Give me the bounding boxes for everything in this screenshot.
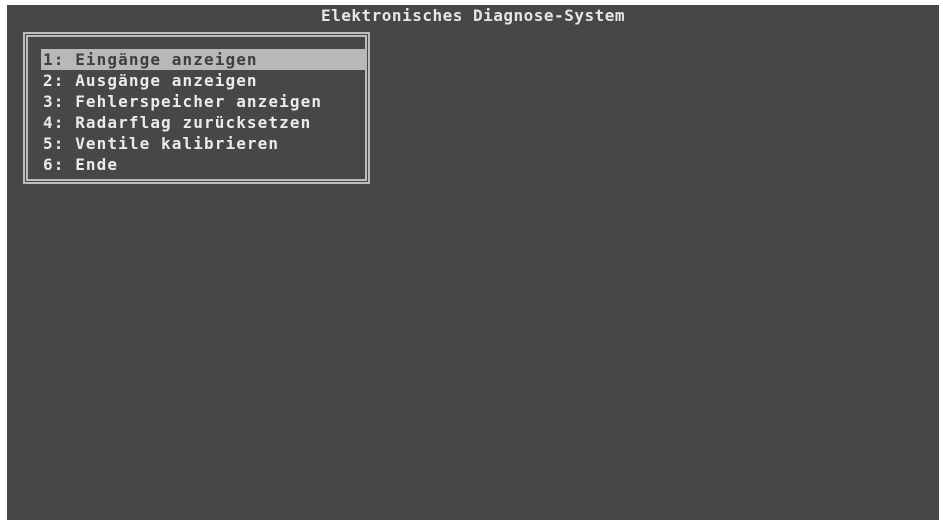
terminal-screen: Elektronisches Diagnose-System 1: Eingän…: [7, 5, 939, 520]
main-menu-box: 1: Eingänge anzeigen 2: Ausgänge anzeige…: [23, 32, 370, 184]
main-menu-list: 1: Eingänge anzeigen 2: Ausgänge anzeige…: [41, 49, 367, 175]
page-title: Elektronisches Diagnose-System: [321, 6, 625, 25]
menu-item-ende[interactable]: 6: Ende: [41, 154, 367, 175]
menu-item-fehlerspeicher-anzeigen[interactable]: 3: Fehlerspeicher anzeigen: [41, 91, 367, 112]
menu-item-ausgaenge-anzeigen[interactable]: 2: Ausgänge anzeigen: [41, 70, 367, 91]
menu-item-ventile-kalibrieren[interactable]: 5: Ventile kalibrieren: [41, 133, 367, 154]
menu-item-eingaenge-anzeigen[interactable]: 1: Eingänge anzeigen: [41, 49, 367, 70]
menu-item-radarflag-zuruecksetzen[interactable]: 4: Radarflag zurücksetzen: [41, 112, 367, 133]
